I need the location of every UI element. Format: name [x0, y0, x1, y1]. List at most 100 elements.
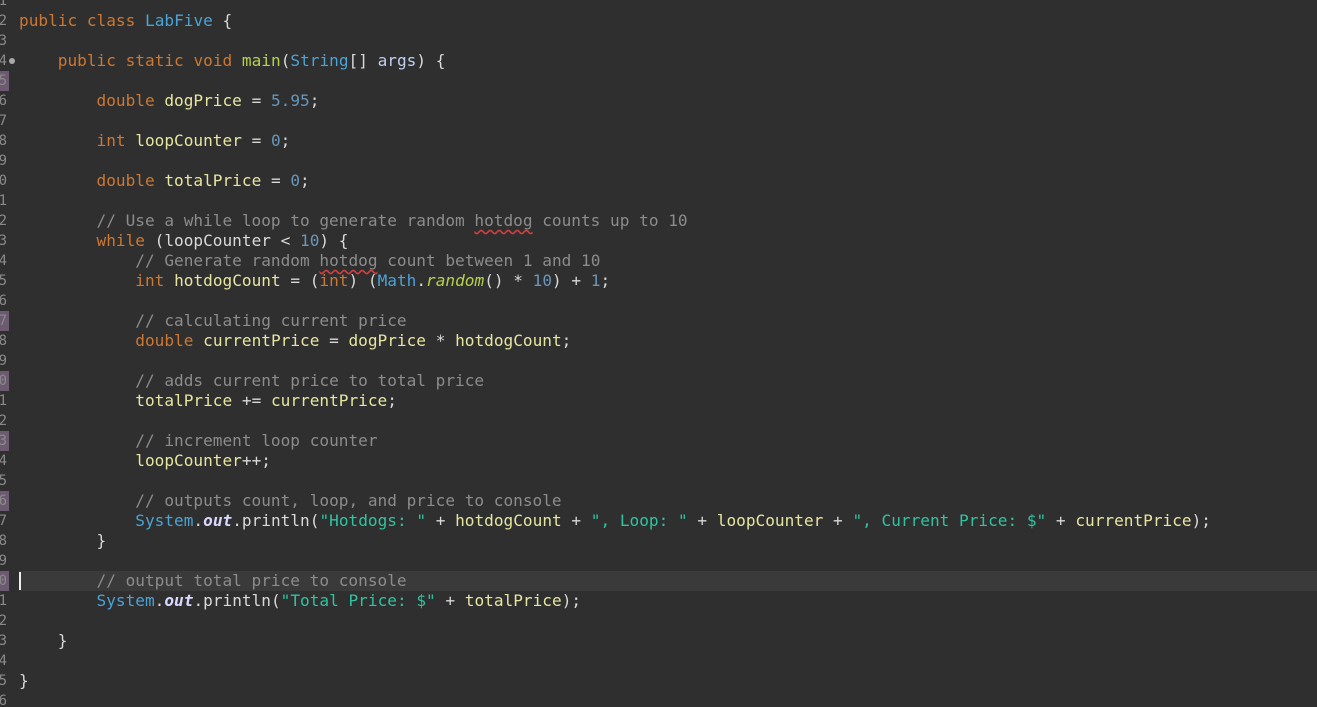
line-number-gutter[interactable]: 22: [0, 411, 9, 431]
code-text[interactable]: [19, 471, 1317, 491]
code-text[interactable]: loopCounter++;: [19, 451, 1317, 471]
line-number-gutter[interactable]: 33: [0, 631, 9, 651]
code-line[interactable]: 10 double totalPrice = 0;: [0, 171, 1317, 191]
line-number-gutter[interactable]: 28: [0, 531, 9, 551]
line-number-gutter[interactable]: 16: [0, 291, 9, 311]
code-line[interactable]: 28 }: [0, 531, 1317, 551]
code-line[interactable]: 21 totalPrice += currentPrice;: [0, 391, 1317, 411]
line-number-gutter[interactable]: 25: [0, 471, 9, 491]
code-text[interactable]: double totalPrice = 0;: [19, 171, 1317, 191]
code-line[interactable]: 2public class LabFive {: [0, 11, 1317, 31]
line-number-gutter[interactable]: 18: [0, 331, 9, 351]
line-number-gutter[interactable]: 31: [0, 591, 9, 611]
code-text[interactable]: [19, 291, 1317, 311]
code-text[interactable]: [19, 611, 1317, 631]
code-text[interactable]: totalPrice += currentPrice;: [19, 391, 1317, 411]
line-number-gutter[interactable]: 9: [0, 151, 9, 171]
line-number-gutter[interactable]: 7: [0, 111, 9, 131]
code-text[interactable]: }: [19, 671, 1317, 691]
code-text[interactable]: // calculating current price: [19, 311, 1317, 331]
code-line[interactable]: 4 public static void main(String[] args)…: [0, 51, 1317, 71]
code-line[interactable]: 6 double dogPrice = 5.95;: [0, 91, 1317, 111]
code-text[interactable]: int loopCounter = 0;: [19, 131, 1317, 151]
code-text[interactable]: [19, 651, 1317, 671]
code-line[interactable]: 15 int hotdogCount = (int) (Math.random(…: [0, 271, 1317, 291]
code-line[interactable]: 23 // increment loop counter: [0, 431, 1317, 451]
line-number-gutter[interactable]: 10: [0, 171, 9, 191]
code-line[interactable]: 5: [0, 71, 1317, 91]
code-line[interactable]: 8 int loopCounter = 0;: [0, 131, 1317, 151]
code-text[interactable]: // increment loop counter: [19, 431, 1317, 451]
code-line[interactable]: 12 // Use a while loop to generate rando…: [0, 211, 1317, 231]
code-text[interactable]: // output total price to console: [19, 571, 1317, 591]
code-line[interactable]: 18 double currentPrice = dogPrice * hotd…: [0, 331, 1317, 351]
line-number-gutter[interactable]: 1: [0, 0, 9, 11]
code-line[interactable]: 32: [0, 611, 1317, 631]
code-text[interactable]: public static void main(String[] args) {: [19, 51, 1317, 71]
line-number-gutter[interactable]: 8: [0, 131, 9, 151]
code-text[interactable]: [19, 31, 1317, 51]
code-text[interactable]: int hotdogCount = (int) (Math.random() *…: [19, 271, 1317, 291]
code-text[interactable]: }: [19, 531, 1317, 551]
code-line[interactable]: 24 loopCounter++;: [0, 451, 1317, 471]
code-line[interactable]: 3: [0, 31, 1317, 51]
code-line[interactable]: 17 // calculating current price: [0, 311, 1317, 331]
line-number-gutter[interactable]: 17: [0, 311, 9, 331]
line-number-gutter[interactable]: 14: [0, 251, 9, 271]
line-number-gutter[interactable]: 2: [0, 11, 9, 31]
code-line[interactable]: 30 // output total price to console: [0, 571, 1317, 591]
code-text[interactable]: double currentPrice = dogPrice * hotdogC…: [19, 331, 1317, 351]
code-text[interactable]: [19, 411, 1317, 431]
code-line[interactable]: 33 }: [0, 631, 1317, 651]
line-number-gutter[interactable]: 6: [0, 91, 9, 111]
code-text[interactable]: }: [19, 631, 1317, 651]
line-number-gutter[interactable]: 24: [0, 451, 9, 471]
code-text[interactable]: System.out.println("Total Price: $" + to…: [19, 591, 1317, 611]
code-line[interactable]: 1: [0, 0, 1317, 11]
code-line[interactable]: 36: [0, 691, 1317, 707]
line-number-gutter[interactable]: 20: [0, 371, 9, 391]
line-number-gutter[interactable]: 4: [0, 51, 9, 71]
code-line[interactable]: 27 System.out.println("Hotdogs: " + hotd…: [0, 511, 1317, 531]
code-text[interactable]: double dogPrice = 5.95;: [19, 91, 1317, 111]
code-text[interactable]: [19, 71, 1317, 91]
code-line[interactable]: 11: [0, 191, 1317, 211]
code-text[interactable]: // outputs count, loop, and price to con…: [19, 491, 1317, 511]
code-line[interactable]: 31 System.out.println("Total Price: $" +…: [0, 591, 1317, 611]
code-line[interactable]: 34: [0, 651, 1317, 671]
fold-toggle-icon[interactable]: [9, 58, 15, 64]
code-line[interactable]: 7: [0, 111, 1317, 131]
line-number-gutter[interactable]: 13: [0, 231, 9, 251]
line-number-gutter[interactable]: 12: [0, 211, 9, 231]
code-text[interactable]: [19, 691, 1317, 707]
code-text[interactable]: // Use a while loop to generate random h…: [19, 211, 1317, 231]
line-number-gutter[interactable]: 34: [0, 651, 9, 671]
code-line[interactable]: 14 // Generate random hotdog count betwe…: [0, 251, 1317, 271]
line-number-gutter[interactable]: 19: [0, 351, 9, 371]
code-line[interactable]: 9: [0, 151, 1317, 171]
code-text[interactable]: [19, 151, 1317, 171]
line-number-gutter[interactable]: 15: [0, 271, 9, 291]
code-text[interactable]: System.out.println("Hotdogs: " + hotdogC…: [19, 511, 1317, 531]
code-line[interactable]: 26 // outputs count, loop, and price to …: [0, 491, 1317, 511]
code-text[interactable]: [19, 351, 1317, 371]
line-number-gutter[interactable]: 35: [0, 671, 9, 691]
code-line[interactable]: 22: [0, 411, 1317, 431]
line-number-gutter[interactable]: 23: [0, 431, 9, 451]
line-number-gutter[interactable]: 27: [0, 511, 9, 531]
code-text[interactable]: // adds current price to total price: [19, 371, 1317, 391]
code-text[interactable]: // Generate random hotdog count between …: [19, 251, 1317, 271]
line-number-gutter[interactable]: 11: [0, 191, 9, 211]
line-number-gutter[interactable]: 3: [0, 31, 9, 51]
code-line[interactable]: 13 while (loopCounter < 10) {: [0, 231, 1317, 251]
code-line[interactable]: 20 // adds current price to total price: [0, 371, 1317, 391]
code-line[interactable]: 16: [0, 291, 1317, 311]
code-text[interactable]: [19, 191, 1317, 211]
code-line[interactable]: 19: [0, 351, 1317, 371]
line-number-gutter[interactable]: 36: [0, 691, 9, 707]
code-text[interactable]: [19, 0, 1317, 11]
line-number-gutter[interactable]: 5: [0, 71, 9, 91]
code-editor[interactable]: 12public class LabFive {34 public static…: [0, 0, 1317, 707]
line-number-gutter[interactable]: 32: [0, 611, 9, 631]
code-line[interactable]: 25: [0, 471, 1317, 491]
